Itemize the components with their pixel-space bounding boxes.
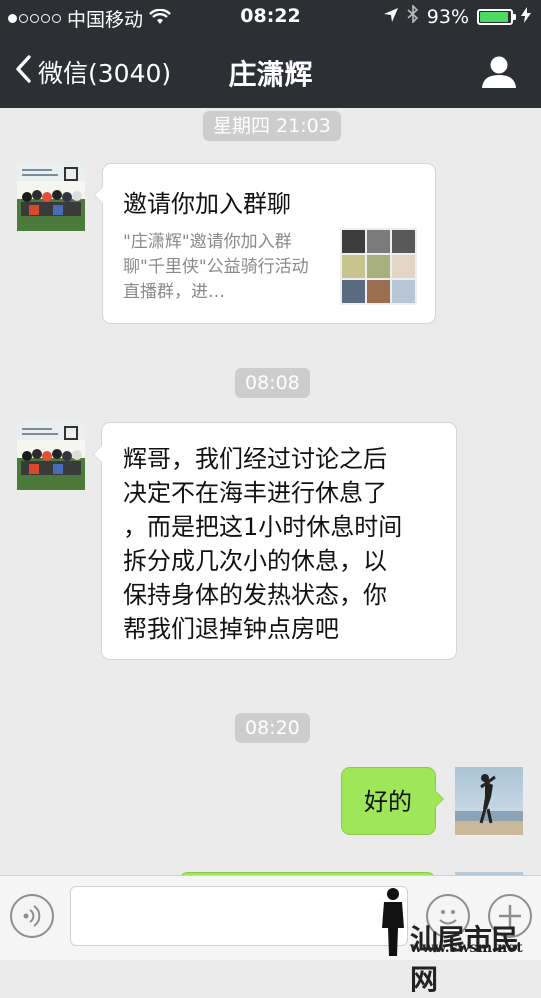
lightning-icon [521,6,531,28]
voice-button[interactable] [10,894,54,938]
status-bar: 中国移动 08:22 93% [0,0,541,34]
contact-avatar[interactable] [17,163,85,231]
message-line: 辉哥，我们经过讨论之后 [123,445,387,473]
message-line: ，而是把这1小时休息时间 [123,513,403,541]
back-label: 微信(3040) [38,59,172,88]
message-line: 决定不在海丰进行休息了 [123,479,387,507]
bluetooth-icon [407,4,419,28]
nav-bar: 微信(3040) 庄潇辉 [0,34,541,108]
group-member-thumb [392,230,415,253]
group-member-thumb [342,255,365,278]
outgoing-message-bubble[interactable]: 好的 [341,767,444,835]
group-member-thumb [367,255,390,278]
message-line: 帮我们退掉钟点房吧 [123,615,339,643]
group-invite-card[interactable]: 邀请你加入群聊 "庄潇辉"邀请你加入群聊"千里侠"公益骑行活动直播群，进… [94,163,436,324]
message-line: 保持身体的发热状态，你 [123,581,387,609]
message-line: 拆分成几次小的休息，以 [123,547,387,575]
timestamp-chip: 08:08 [235,368,310,398]
outgoing-message-text: 好的 [364,788,412,816]
chevron-left-icon [14,54,32,90]
incoming-message-bubble[interactable]: 辉哥，我们经过讨论之后 决定不在海丰进行休息了 ，而是把这1小时休息时间 拆分成… [93,422,457,660]
group-member-thumb [392,280,415,303]
location-arrow-icon [383,6,399,28]
status-right: 93% [383,4,531,28]
invite-description: "庄潇辉"邀请你加入群聊"千里侠"公益骑行活动直播群，进… [123,232,309,302]
invite-title: 邀请你加入群聊 [123,190,291,218]
battery-icon [477,8,516,25]
group-member-thumb [367,280,390,303]
group-member-thumb [367,230,390,253]
group-avatar-grid [340,228,417,305]
voice-icon [12,905,52,940]
group-member-thumb [342,230,365,253]
group-member-thumb [342,280,365,303]
contact-avatar[interactable] [17,422,85,490]
watermark-url: www.swsm.net [410,940,523,956]
person-icon [479,56,519,96]
battery-fill [480,11,508,22]
back-button[interactable]: 微信(3040) [14,54,171,90]
timestamp-chip: 星期四 21:03 [203,111,341,141]
message-input[interactable] [70,886,408,946]
incoming-message-text: 辉哥，我们经过讨论之后 决定不在海丰进行休息了 ，而是把这1小时休息时间 拆分成… [123,442,456,646]
watermark-text: 汕尾市民网 [410,923,519,996]
battery-percent: 93% [426,5,469,28]
group-member-thumb [392,255,415,278]
timestamp-chip: 08:20 [235,713,310,743]
watermark-logo [378,886,408,958]
my-avatar[interactable] [455,767,523,835]
profile-button[interactable] [479,52,519,92]
